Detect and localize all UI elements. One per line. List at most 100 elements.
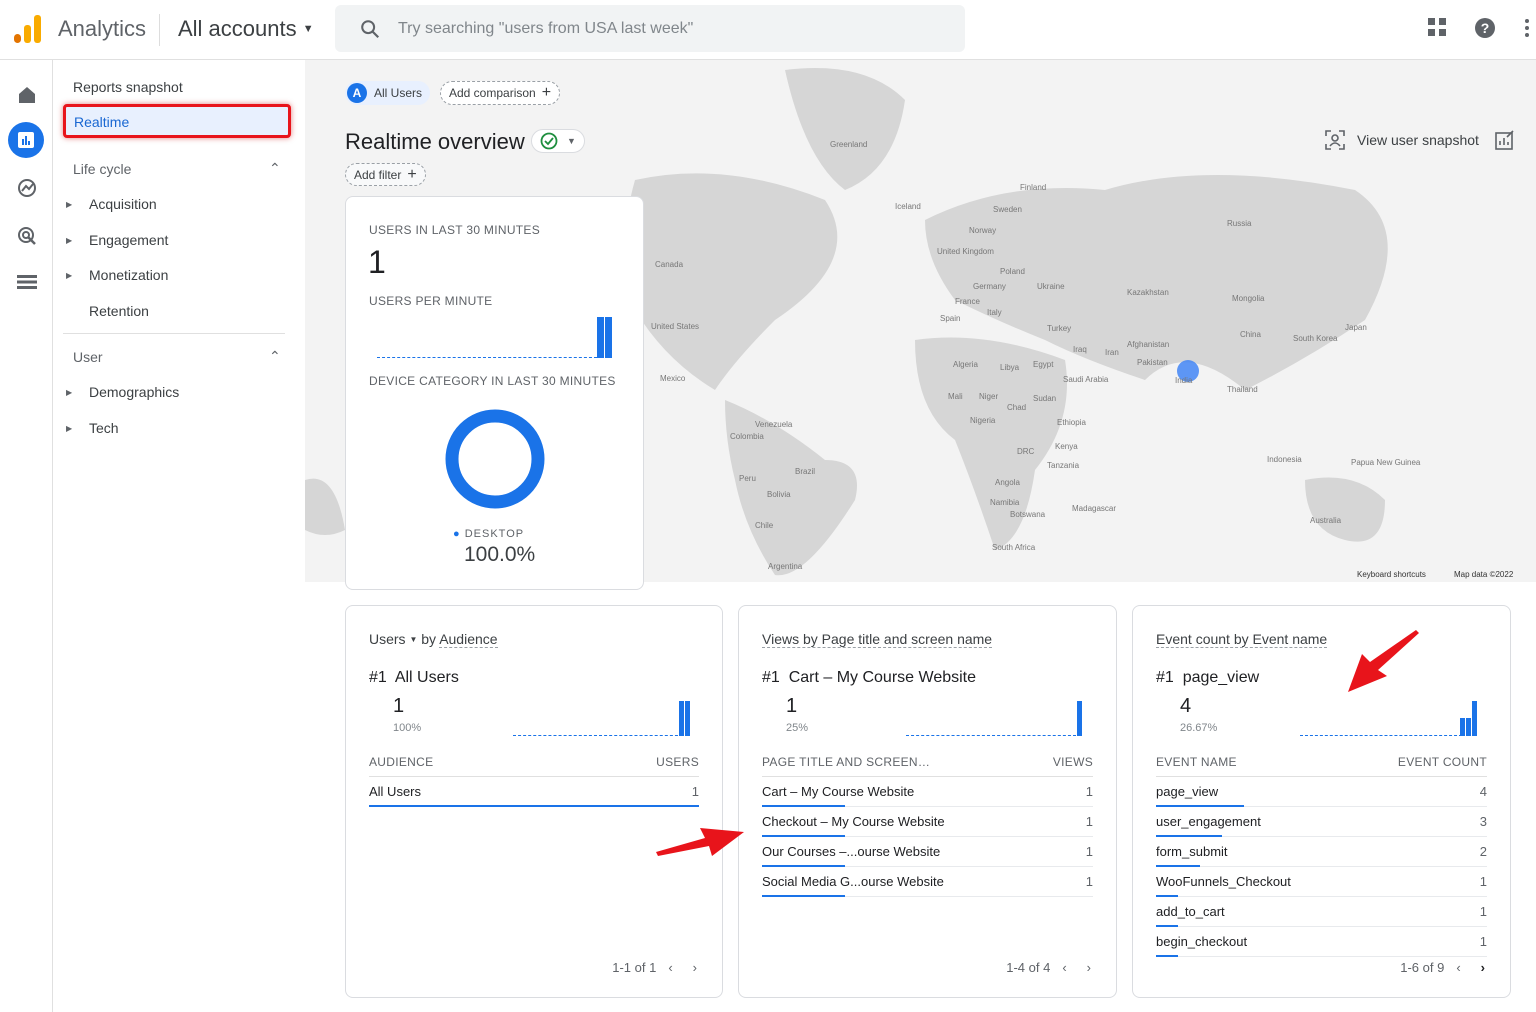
next-page-icon[interactable]: › — [693, 960, 697, 975]
table-row[interactable]: form_submit 2 — [1156, 837, 1487, 867]
add-comparison-label: Add comparison — [449, 86, 536, 100]
nav-demographics[interactable]: Demographics — [89, 384, 179, 400]
chevron-up-icon[interactable]: ⌃ — [269, 160, 281, 177]
nav-monetization[interactable]: Monetization — [89, 267, 168, 283]
map-country-label: Mongolia — [1232, 294, 1265, 303]
table-row[interactable]: Social Media G...ourse Website 1 — [762, 867, 1093, 897]
chevron-up-icon[interactable]: ⌃ — [269, 348, 281, 365]
expand-icon: ▶ — [66, 424, 73, 433]
pagination-label: 1-6 of 9 — [1400, 960, 1445, 975]
nav-section-user[interactable]: User — [73, 349, 103, 365]
more-vert-icon[interactable] — [1524, 18, 1530, 38]
map-country-label: Papua New Guinea — [1351, 458, 1421, 467]
row-name[interactable]: form_submit — [1156, 844, 1228, 859]
icon-rail — [0, 60, 53, 1012]
apps-grid-icon[interactable] — [1428, 18, 1446, 36]
nav-tech[interactable]: Tech — [89, 420, 119, 436]
data-quality-dropdown[interactable]: ▼ — [531, 129, 585, 153]
row-name[interactable]: Social Media G...ourse Website — [762, 874, 944, 889]
map-country-label: Algeria — [953, 360, 978, 369]
pagination: 1-6 of 9 ‹ › — [1400, 960, 1485, 975]
nav-reports-snapshot[interactable]: Reports snapshot — [73, 79, 183, 95]
reports-icon[interactable] — [8, 122, 44, 158]
row-name[interactable]: Our Courses –...ourse Website — [762, 844, 940, 859]
prev-page-icon[interactable]: ‹ — [1456, 960, 1460, 975]
column-header: EVENT NAME — [1156, 755, 1237, 769]
prev-page-icon[interactable]: ‹ — [1062, 960, 1066, 975]
account-selector[interactable]: All accounts ▼ — [178, 16, 314, 42]
search-input[interactable]: Try searching "users from USA last week" — [335, 5, 965, 52]
row-name[interactable]: add_to_cart — [1156, 904, 1225, 919]
map-country-label: Botswana — [1010, 510, 1046, 519]
divider — [159, 14, 160, 46]
row-name[interactable]: user_engagement — [1156, 814, 1261, 829]
event-count-card: Event count by Event name #1 page_view 4 … — [1132, 605, 1511, 998]
map-country-label: Poland — [1000, 267, 1025, 276]
row-value: 3 — [1479, 814, 1487, 829]
prev-page-icon[interactable]: ‹ — [668, 960, 672, 975]
realtime-users-card: USERS IN LAST 30 MINUTES 1 USERS PER MIN… — [345, 196, 644, 590]
table-row[interactable]: begin_checkout 1 — [1156, 927, 1487, 957]
table-row[interactable]: user_engagement 3 — [1156, 807, 1487, 837]
row-name[interactable]: page_view — [1156, 784, 1218, 799]
map-country-label: Kazakhstan — [1127, 288, 1169, 297]
map-country-label: Madagascar — [1072, 504, 1117, 513]
top-percent: 26.67% — [1180, 722, 1218, 734]
view-user-snapshot-button[interactable]: View user snapshot — [1325, 130, 1515, 150]
map-country-label: Pakistan — [1137, 358, 1168, 367]
nav-acquisition[interactable]: Acquisition — [89, 196, 157, 212]
column-header: VIEWS — [1052, 755, 1093, 769]
help-icon[interactable]: ? — [1474, 17, 1496, 39]
expand-icon: ▶ — [66, 388, 73, 397]
row-value: 1 — [1085, 844, 1093, 859]
top-item: #1 All Users — [369, 669, 459, 687]
map-country-label: Greenland — [830, 140, 868, 149]
table-row[interactable]: add_to_cart 1 — [1156, 897, 1487, 927]
nav-section-lifecycle[interactable]: Life cycle — [73, 161, 131, 177]
card-title[interactable]: Views by Page title and screen name — [762, 631, 993, 648]
table-row[interactable]: page_view 4 — [1156, 777, 1487, 807]
column-header: USERS — [656, 755, 699, 769]
advertising-icon[interactable] — [14, 223, 40, 249]
device-donut-chart — [445, 409, 545, 509]
top-rank: #1 — [1156, 669, 1174, 686]
row-name[interactable]: All Users — [369, 784, 421, 799]
sparkline-bar — [1466, 718, 1471, 736]
add-filter-button[interactable]: Add filter + — [345, 163, 426, 186]
add-comparison-button[interactable]: Add comparison + — [440, 81, 561, 105]
nav-retention[interactable]: Retention — [89, 303, 149, 319]
keyboard-shortcuts-link[interactable]: Keyboard shortcuts — [1357, 570, 1426, 579]
row-name[interactable]: begin_checkout — [1156, 934, 1247, 949]
configure-list-icon[interactable] — [14, 269, 40, 295]
table-row[interactable]: WooFunnels_Checkout 1 — [1156, 867, 1487, 897]
next-page-icon[interactable]: › — [1087, 960, 1091, 975]
home-icon[interactable] — [14, 82, 40, 108]
table-row[interactable]: All Users 1 — [369, 777, 699, 807]
metric-dropdown[interactable]: Users ▼ — [369, 631, 417, 647]
nav-engagement[interactable]: Engagement — [89, 232, 168, 248]
map-country-label: Germany — [973, 282, 1006, 291]
row-name[interactable]: WooFunnels_Checkout — [1156, 874, 1291, 889]
table-row[interactable]: Checkout – My Course Website 1 — [762, 807, 1093, 837]
map-country-label: China — [1240, 330, 1261, 339]
by-label: by — [421, 631, 437, 647]
row-name[interactable]: Checkout – My Course Website — [762, 814, 945, 829]
table-row[interactable]: Our Courses –...ourse Website 1 — [762, 837, 1093, 867]
all-users-chip[interactable]: A All Users — [345, 81, 431, 105]
map-country-label: Colombia — [730, 432, 764, 441]
expand-icon: ▶ — [66, 200, 73, 209]
card-title[interactable]: Event count by Event name — [1156, 631, 1328, 648]
map-country-label: Brazil — [795, 467, 816, 476]
plus-icon: + — [541, 84, 552, 101]
analytics-logo — [14, 15, 41, 43]
map-country-label: France — [955, 297, 980, 306]
map-country-label: Chad — [1007, 403, 1027, 412]
next-page-icon[interactable]: › — [1481, 960, 1485, 975]
explore-icon[interactable] — [14, 175, 40, 201]
row-name[interactable]: Cart – My Course Website — [762, 784, 914, 799]
table-row[interactable]: Cart – My Course Website 1 — [762, 777, 1093, 807]
top-name: page_view — [1182, 669, 1260, 686]
customize-report-icon[interactable] — [1495, 130, 1515, 150]
nav-realtime[interactable]: Realtime — [63, 104, 291, 138]
dimension-label[interactable]: Audience — [439, 631, 498, 648]
